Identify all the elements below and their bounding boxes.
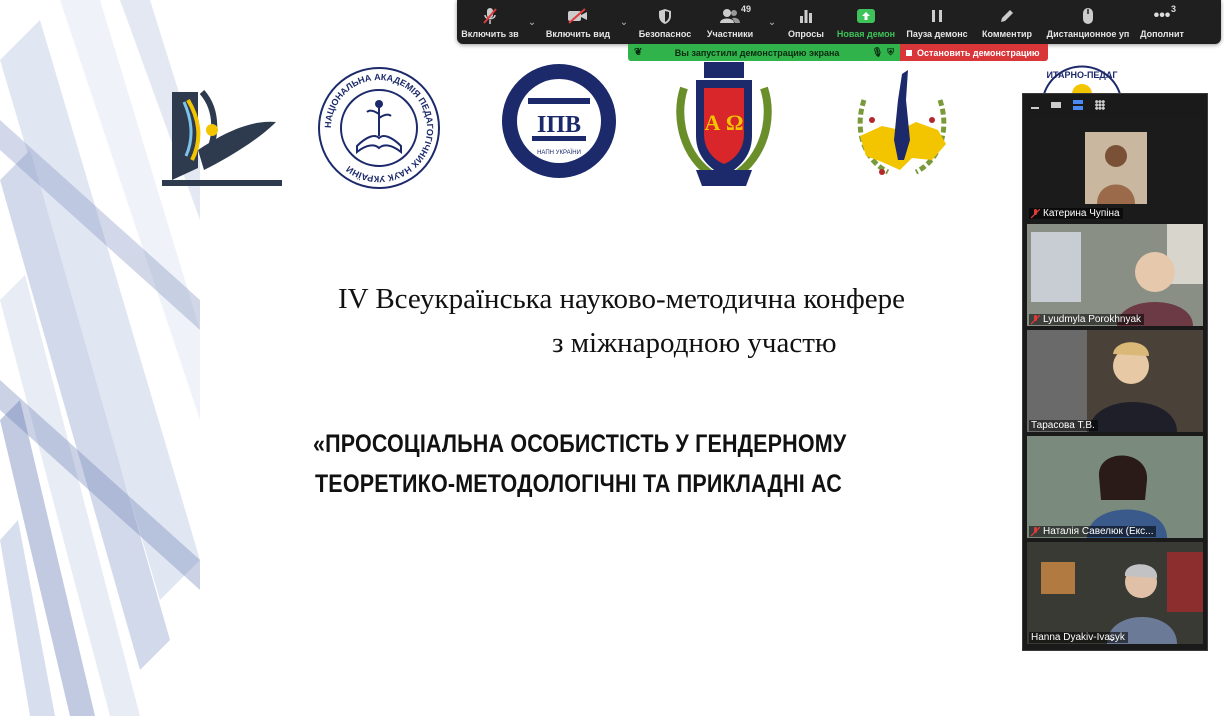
participant-video bbox=[1027, 224, 1203, 326]
new-share-label: Новая демон bbox=[836, 29, 896, 39]
slide-topic-line-2: ТЕОРЕТИКО-МЕТОДОЛОГІЧНІ ТА ПРИКЛАДНІ АС bbox=[315, 470, 842, 498]
napn-logo: НАЦІОНАЛЬНА АКАДЕМІЯ ПЕДАГОГІЧНИХ НАУК У… bbox=[318, 67, 440, 189]
participant-name-tag: Тарасова Т.В. bbox=[1029, 420, 1098, 431]
stop-share-button[interactable]: Остановить демонстрацию bbox=[900, 44, 1048, 61]
new-share-button[interactable]: Новая демон bbox=[831, 0, 901, 44]
participants-options-chevron-icon[interactable]: ⌄ bbox=[763, 0, 781, 44]
more-button[interactable]: 3 ••• Дополнит bbox=[1135, 0, 1189, 44]
participant-video bbox=[1027, 118, 1203, 220]
remote-control-label: Дистанционное уп bbox=[1046, 29, 1130, 39]
participant-name-tag: Наталія Савелюк (Екс... bbox=[1029, 526, 1157, 537]
polls-label: Опросы bbox=[787, 29, 824, 39]
participant-tile[interactable]: Lyudmyla Porokhnyak bbox=[1027, 224, 1203, 326]
participant-name-tag: Катерина Чупіна bbox=[1029, 208, 1123, 219]
pause-icon bbox=[931, 5, 943, 27]
participants-label: Участники bbox=[706, 29, 754, 39]
pause-share-label: Пауза демонс bbox=[906, 29, 968, 39]
partial-logo: ИТАРНО-ПЕДАГ bbox=[1043, 65, 1121, 94]
participant-name: Катерина Чупіна bbox=[1043, 208, 1120, 219]
stop-icon bbox=[906, 49, 912, 56]
participant-name: Тарасова Т.В. bbox=[1031, 420, 1095, 431]
people-icon bbox=[719, 5, 741, 27]
participant-video bbox=[1027, 542, 1203, 644]
scroll-down-chevron-icon[interactable]: ⌄ bbox=[1107, 630, 1117, 644]
audio-options-chevron-icon[interactable]: ⌄ bbox=[523, 0, 541, 44]
stop-share-label: Остановить демонстрацию bbox=[917, 47, 1040, 58]
start-video-button[interactable]: Включить вид bbox=[541, 0, 615, 44]
microphone-off-icon bbox=[483, 5, 497, 27]
participant-video bbox=[1027, 436, 1203, 538]
slide-title-line-2: з міжнародною участю bbox=[552, 327, 837, 359]
unmute-button[interactable]: Включить зв bbox=[457, 0, 523, 44]
participant-tile[interactable]: Hanna Dyakiv-Ivasyk bbox=[1027, 542, 1203, 644]
leaf-icon: ❦ bbox=[634, 47, 643, 58]
video-options-chevron-icon[interactable]: ⌄ bbox=[615, 0, 633, 44]
participant-video bbox=[1027, 330, 1203, 432]
slide-topic-line-1: «ПРОСОЦІАЛЬНА ОСОБИСТІСТЬ У ГЕНДЕРНОМУ bbox=[313, 430, 847, 458]
microphone-muted-icon bbox=[1031, 314, 1040, 324]
mic-icon: 🎙 bbox=[871, 47, 884, 57]
polls-button[interactable]: Опросы bbox=[781, 0, 831, 44]
security-button[interactable]: Безопаснос bbox=[633, 0, 697, 44]
participants-button[interactable]: 49 Участники bbox=[697, 0, 763, 44]
first-institution-logo bbox=[162, 90, 282, 186]
video-gallery-panel: Катерина Чупіна Lyudmyla Porokhnyak Тара… bbox=[1022, 93, 1208, 651]
participant-tile[interactable]: Тарасова Т.В. bbox=[1027, 330, 1203, 432]
participant-name-tag: Lyudmyla Porokhnyak bbox=[1029, 314, 1145, 325]
shield-check-icon: ⛨ bbox=[887, 47, 894, 57]
annotate-label: Комментир bbox=[981, 29, 1033, 39]
microphone-muted-icon bbox=[1031, 526, 1040, 536]
ipv-small-text: НАПН УКРАЇНИ bbox=[537, 149, 581, 156]
minimize-icon[interactable] bbox=[1031, 107, 1039, 109]
security-label: Безопаснос bbox=[638, 29, 692, 39]
pause-share-button[interactable]: Пауза демонс bbox=[901, 0, 973, 44]
university-coat-of-arms: А Ω bbox=[676, 62, 772, 186]
university-letters: А Ω bbox=[704, 110, 743, 135]
participant-tile[interactable]: Наталія Савелюк (Екс... bbox=[1027, 436, 1203, 538]
participant-name: Lyudmyla Porokhnyak bbox=[1043, 314, 1142, 325]
gallery-view-controls bbox=[1023, 94, 1207, 116]
unmute-label: Включить зв bbox=[461, 29, 519, 39]
annotate-button[interactable]: Комментир bbox=[973, 0, 1041, 44]
shield-icon bbox=[658, 5, 672, 27]
ellipsis-icon: ••• bbox=[1153, 7, 1171, 24]
pencil-icon bbox=[999, 5, 1015, 27]
ipv-letters: ІПВ bbox=[537, 112, 581, 138]
camera-off-icon bbox=[567, 5, 589, 27]
share-screen-icon bbox=[856, 5, 876, 27]
more-label: Дополнит bbox=[1140, 29, 1184, 39]
participants-count: 49 bbox=[741, 4, 752, 14]
bar-chart-icon bbox=[799, 5, 813, 27]
speaker-view-icon[interactable] bbox=[1073, 100, 1083, 110]
slide-title-line-1: IV Всеукраїнська науково-методична конфе… bbox=[338, 283, 905, 315]
screen-share-banner: ❦ Вы запустили демонстрацию экрана 🎙 ⛨ О… bbox=[628, 44, 1048, 61]
participant-tile[interactable]: Катерина Чупіна bbox=[1027, 118, 1203, 220]
gallery-view-icon[interactable] bbox=[1095, 100, 1105, 110]
ipv-logo: ІПВ НАПН УКРАЇНИ bbox=[502, 64, 616, 178]
ukraine-map-logo bbox=[857, 70, 947, 175]
meeting-toolbar: Включить зв ⌄ Включить вид ⌄ Безопаснос … bbox=[457, 0, 1221, 44]
start-video-label: Включить вид bbox=[545, 29, 611, 39]
microphone-muted-icon bbox=[1031, 208, 1040, 218]
more-count: 3 bbox=[1171, 4, 1177, 14]
share-status: ❦ Вы запустили демонстрацию экрана 🎙 ⛨ bbox=[628, 44, 900, 61]
thumbnail-view-icon[interactable] bbox=[1051, 102, 1061, 108]
participant-name: Наталія Савелюк (Екс... bbox=[1043, 526, 1154, 537]
partial-logo-text: ИТАРНО-ПЕДАГ bbox=[1047, 70, 1118, 80]
mouse-icon bbox=[1082, 5, 1094, 27]
share-status-message: Вы запустили демонстрацию экрана bbox=[674, 47, 840, 58]
remote-control-button[interactable]: Дистанционное уп bbox=[1041, 0, 1135, 44]
